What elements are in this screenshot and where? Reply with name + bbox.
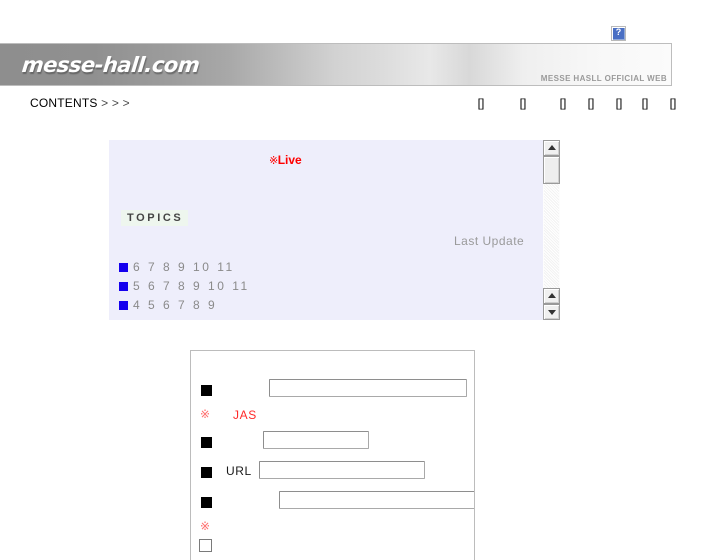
broken-image-question-glyph: ?	[615, 27, 622, 37]
form-row: URL	[191, 461, 474, 487]
square-bullet-icon	[198, 494, 215, 511]
topics-list: 6 7 8 9 10 11 5 6 7 8 9 10 11 4 5 6 7 8 9	[119, 258, 539, 315]
site-logo[interactable]: messe-hall.com	[21, 53, 201, 77]
bracket-close: ]	[563, 96, 567, 110]
square-bullet-icon	[119, 263, 128, 272]
topics-heading: TOPICS	[121, 210, 189, 226]
form-row: ※ JAS	[191, 405, 474, 431]
broken-image-placeholder-icon[interactable]: ?	[611, 26, 626, 41]
nav-bracket-link-2[interactable]: []	[496, 96, 550, 110]
topic-item-numbers: 6 7 8 9 10 11	[133, 260, 235, 274]
nav-bracket-link-5[interactable]: []	[606, 96, 632, 110]
form-row	[191, 431, 474, 457]
nav-bracket-link-7[interactable]: []	[658, 96, 688, 110]
nav-bracket-link-4[interactable]: []	[576, 96, 606, 110]
form-field-label: JAS	[233, 408, 257, 422]
bracket-close: ]	[673, 96, 677, 110]
topic-list-item[interactable]: 6 7 8 9 10 11	[119, 258, 539, 277]
form-text-input[interactable]	[263, 431, 369, 449]
topic-list-item[interactable]: 5 6 7 8 9 10 11	[119, 277, 539, 296]
bracket-close: ]	[591, 96, 595, 110]
square-bullet-icon	[198, 434, 215, 451]
top-placeholder-row: ?	[0, 0, 727, 41]
form-row	[191, 379, 474, 405]
live-mark-icon: ※	[269, 155, 278, 167]
bracket-close: ]	[481, 96, 485, 110]
form-row	[191, 491, 474, 517]
square-bullet-icon	[198, 382, 215, 399]
live-text: Live	[277, 153, 302, 167]
required-mark-icon: ※	[200, 519, 210, 533]
triangle-up-icon	[547, 293, 556, 298]
topics-panel: ※Live TOPICS Last Update 6 7 8 9 10 11 5 …	[109, 140, 560, 320]
square-bullet-icon	[198, 464, 215, 481]
bracket-close: ]	[645, 96, 649, 110]
form-text-input[interactable]	[279, 491, 474, 509]
live-banner-label[interactable]: ※Live	[269, 153, 302, 167]
topic-item-numbers: 5 6 7 8 9 10 11	[133, 279, 250, 293]
last-update-label: Last Update	[454, 234, 525, 248]
scrollbar-thumb[interactable]	[543, 156, 560, 184]
scrollbar-down-button[interactable]	[543, 304, 560, 320]
contents-breadcrumb[interactable]: CONTENTS > > >	[30, 96, 130, 110]
contents-chevrons: > > >	[101, 96, 130, 110]
nav-bracket-link-1[interactable]: []	[466, 96, 496, 110]
form-text-input[interactable]	[269, 379, 467, 397]
bracket-close: ]	[619, 96, 623, 110]
scrollbar-up-button-top[interactable]	[543, 140, 560, 156]
topics-scrollbar[interactable]	[543, 140, 560, 320]
topic-item-numbers: 4 5 6 7 8 9	[133, 298, 218, 312]
form-panel: ※ JAS URL ※	[190, 350, 475, 560]
required-mark-icon: ※	[200, 407, 210, 421]
nav-bracket-link-6[interactable]: []	[632, 96, 658, 110]
topic-list-item[interactable]: 4 5 6 7 8 9	[119, 296, 539, 315]
nav-row: CONTENTS > > > [][][][][][][]	[0, 95, 727, 117]
agreement-checkbox[interactable]	[199, 539, 212, 552]
square-bullet-icon	[119, 282, 128, 291]
scrollbar-up-button-bottom[interactable]	[543, 288, 560, 304]
nav-bracket-link-3[interactable]: []	[550, 96, 576, 110]
form-row: ※	[191, 517, 474, 543]
nav-bracket-links: [][][][][][][]	[466, 96, 688, 110]
form-text-input[interactable]	[259, 461, 425, 479]
triangle-down-icon	[547, 310, 556, 315]
triangle-up-icon	[547, 145, 556, 150]
form-field-label: URL	[226, 464, 252, 478]
broken-image-inner: ?	[613, 27, 625, 40]
banner-tagline: MESSE HASLL OFFICIAL WEB	[540, 74, 667, 83]
bracket-close: ]	[523, 96, 527, 110]
site-banner: messe-hall.com MESSE HASLL OFFICIAL WEB	[0, 43, 672, 86]
square-bullet-icon	[119, 301, 128, 310]
contents-label: CONTENTS	[30, 96, 98, 110]
